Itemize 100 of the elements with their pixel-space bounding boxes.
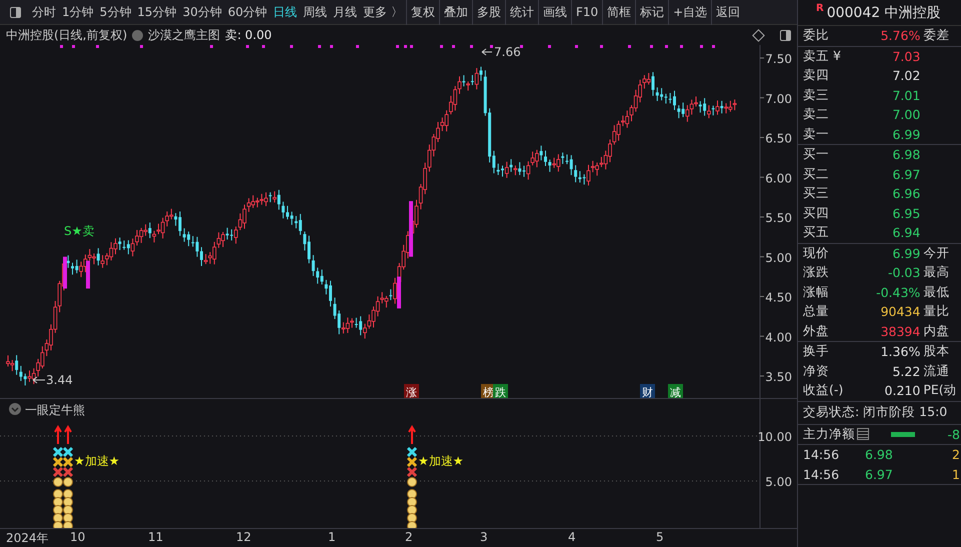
signal-tag-text: 跌: [495, 386, 506, 398]
price-axis-label: 4.50: [765, 290, 792, 304]
date-axis-label: 2: [405, 530, 413, 544]
order-price: 6.99: [891, 126, 920, 142]
date-axis-label: 10: [70, 530, 86, 544]
field-label: 委比: [803, 27, 830, 44]
toolbar-button[interactable]: +自选: [668, 0, 712, 24]
period-tab[interactable]: 周线: [300, 4, 330, 20]
order-level-label: 卖三: [803, 86, 830, 104]
field-label: 最高: [922, 264, 950, 282]
value-axis-label: 5.00: [765, 475, 792, 489]
tick-time: 14:56: [803, 466, 840, 482]
period-tab[interactable]: 分时: [29, 4, 59, 20]
signal-bar: [86, 260, 90, 289]
price-axis-label: 7.50: [765, 52, 792, 66]
toolbar-button[interactable]: 画线: [538, 0, 571, 24]
toolbar-button[interactable]: 多股: [472, 0, 505, 24]
date-axis-label: 2024年: [6, 530, 49, 547]
period-tab[interactable]: 日线: [270, 4, 300, 20]
order-price: 6.98: [891, 147, 920, 162]
field-label: 涨幅: [803, 284, 830, 301]
field-value: 6.99: [891, 246, 920, 261]
order-level-label: 买一: [803, 146, 830, 164]
price-axis-label: 5.00: [765, 250, 792, 265]
order-level-label: 卖二: [803, 106, 830, 124]
tick-price: 6.97: [865, 466, 893, 482]
toolbar-button[interactable]: 返回: [711, 0, 744, 24]
order-level-label: 卖一: [803, 126, 830, 143]
toolbar-button[interactable]: 简框: [602, 0, 636, 24]
order-level-label: 卖五 ¥: [803, 48, 842, 65]
field-label: 内盘: [922, 322, 950, 340]
field-label: PE(动: [922, 382, 958, 400]
field-label: 收益(-): [803, 382, 843, 400]
date-axis-label: 12: [236, 530, 252, 544]
field-value: 1.36%: [880, 344, 920, 360]
toolbar-button[interactable]: 叠加: [438, 0, 472, 24]
trading-status: 交易状态: 闭市阶段 15:0: [803, 404, 948, 421]
signal-tag-text: 榜: [483, 386, 494, 398]
price-axis-label: 6.00: [765, 171, 792, 186]
field-label: 净资: [803, 362, 830, 380]
order-price: 7.00: [891, 107, 920, 122]
field-label: 涨跌: [803, 264, 830, 282]
order-price: 6.96: [891, 186, 920, 202]
value-axis-label: 10.00: [758, 430, 792, 444]
tick-volume: 2: [952, 447, 961, 462]
indicator-reading: 卖: 0.00: [225, 26, 272, 44]
order-price: 7.01: [891, 88, 920, 103]
field-label: 股本: [922, 343, 950, 360]
date-axis-label: 11: [148, 530, 164, 544]
chart-title: 中洲控股(日线,前复权): [6, 26, 128, 44]
panel-toggle-icon[interactable]: [10, 6, 21, 18]
tick-volume: 1: [952, 466, 961, 482]
period-tab[interactable]: 1分钟: [59, 4, 97, 20]
order-level-label: 买五: [803, 224, 830, 242]
toolbar-button[interactable]: 复权: [406, 0, 439, 24]
period-tab[interactable]: 15分钟: [134, 4, 180, 20]
field-value: 90434: [880, 304, 920, 320]
list-icon[interactable]: [857, 428, 869, 440]
field-value: -0.03: [886, 265, 920, 280]
price-axis-label: 7.00: [765, 92, 792, 106]
low-arrow-icon: [32, 376, 46, 384]
order-price: 6.94: [891, 225, 920, 240]
date-axis-label: 3: [480, 530, 488, 544]
signal-tag-text: 减: [670, 386, 681, 398]
period-tab[interactable]: 月线: [330, 4, 360, 20]
period-tab[interactable]: 60分钟: [224, 4, 270, 20]
toolbar-button[interactable]: 标记: [635, 0, 668, 24]
order-price: 6.95: [891, 206, 920, 221]
indicator-name[interactable]: 沙漠之鹰主图: [148, 26, 220, 44]
tick-time: 14:56: [803, 447, 840, 462]
field-label: 流通: [922, 362, 950, 380]
date-axis-label: 1: [328, 530, 336, 544]
period-tab[interactable]: 5分钟: [96, 4, 134, 20]
sub-chart-title: 一眼定牛熊: [25, 403, 85, 417]
toolbar-button[interactable]: 统计: [504, 0, 538, 24]
signal-bar: [397, 276, 401, 308]
period-tab[interactable]: 更多 〉: [360, 4, 406, 20]
toolbar-button[interactable]: F10: [570, 0, 602, 24]
price-axis-label: 3.50: [765, 370, 792, 384]
field-label: 外盘: [803, 322, 830, 340]
period-tab[interactable]: 30分钟: [180, 4, 225, 20]
field-value: -8: [948, 426, 961, 442]
net-flow-bar: [891, 432, 915, 437]
field-label: 量比: [922, 303, 950, 320]
field-value: -0.43%: [875, 284, 920, 300]
order-price: 7.02: [891, 68, 920, 84]
collapse-icon[interactable]: [9, 403, 21, 415]
field-label: 最低: [922, 284, 950, 301]
price-axis-label: 6.50: [765, 132, 792, 146]
tick-price: 6.98: [865, 447, 893, 462]
field-value: 5.76%: [880, 28, 920, 44]
order-price: 7.03: [891, 48, 920, 64]
panel-toggle-icon[interactable]: [780, 30, 791, 40]
field-value: 5.22: [891, 364, 920, 379]
field-label: 总量: [803, 303, 830, 320]
order-price: 6.97: [891, 166, 920, 182]
signal-bar: [63, 256, 67, 289]
signal-tag-text: 财: [642, 386, 653, 398]
sell-signal-label: S★卖: [64, 224, 94, 238]
r-label: R: [816, 3, 824, 14]
